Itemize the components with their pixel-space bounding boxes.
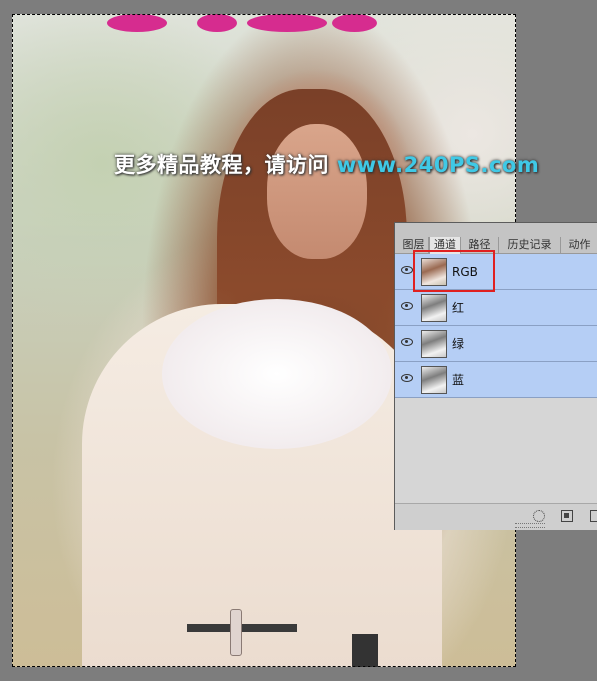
channel-list: RGB 红 绿 蓝 [395, 254, 597, 398]
channel-label: 红 [452, 301, 465, 315]
channel-row-green[interactable]: 绿 [395, 326, 597, 362]
tab-history[interactable]: 历史记录 [499, 237, 561, 253]
photo-fur-collar [162, 299, 392, 449]
channel-thumbnail [421, 366, 447, 394]
panel-footer [395, 503, 597, 530]
channel-thumbnail [421, 294, 447, 322]
channels-panel: 图层 通道 路径 历史记录 动作 RGB 红 绿 蓝 [394, 222, 597, 530]
watermark-text: 更多精品教程，请访问 [114, 153, 329, 177]
channel-label: 绿 [452, 337, 465, 351]
channel-label: RGB [452, 265, 478, 279]
resize-grip[interactable] [515, 523, 545, 528]
channel-row-rgb[interactable]: RGB [395, 254, 597, 290]
channel-row-red[interactable]: 红 [395, 290, 597, 326]
watermark-url: www.240PS.com [336, 153, 540, 177]
channel-thumbnail [421, 330, 447, 358]
flower-decoration [247, 14, 327, 32]
tab-layers[interactable]: 图层 [399, 237, 429, 253]
photo-buckle [230, 609, 242, 656]
eye-icon[interactable] [401, 266, 413, 274]
photo-belt [187, 624, 297, 632]
eye-icon[interactable] [401, 374, 413, 382]
tab-channels[interactable]: 通道 [429, 237, 461, 254]
flower-decoration [107, 14, 167, 32]
tab-actions[interactable]: 动作 [561, 237, 597, 253]
eye-icon[interactable] [401, 338, 413, 346]
tab-paths[interactable]: 路径 [461, 237, 499, 253]
photo-face [267, 124, 367, 259]
flower-decoration [332, 14, 377, 32]
channel-thumbnail [421, 258, 447, 286]
panel-tabs: 图层 通道 路径 历史记录 动作 [395, 223, 597, 254]
eye-icon[interactable] [401, 302, 413, 310]
channel-row-blue[interactable]: 蓝 [395, 362, 597, 398]
flower-decoration [197, 14, 237, 32]
channel-label: 蓝 [452, 373, 465, 387]
watermark: 更多精品教程，请访问 www.240PS.com [114, 149, 539, 179]
load-selection-icon[interactable] [533, 510, 545, 522]
save-selection-icon[interactable] [561, 510, 573, 522]
photo-dark-cloth [352, 634, 378, 667]
new-channel-icon[interactable] [590, 510, 597, 522]
